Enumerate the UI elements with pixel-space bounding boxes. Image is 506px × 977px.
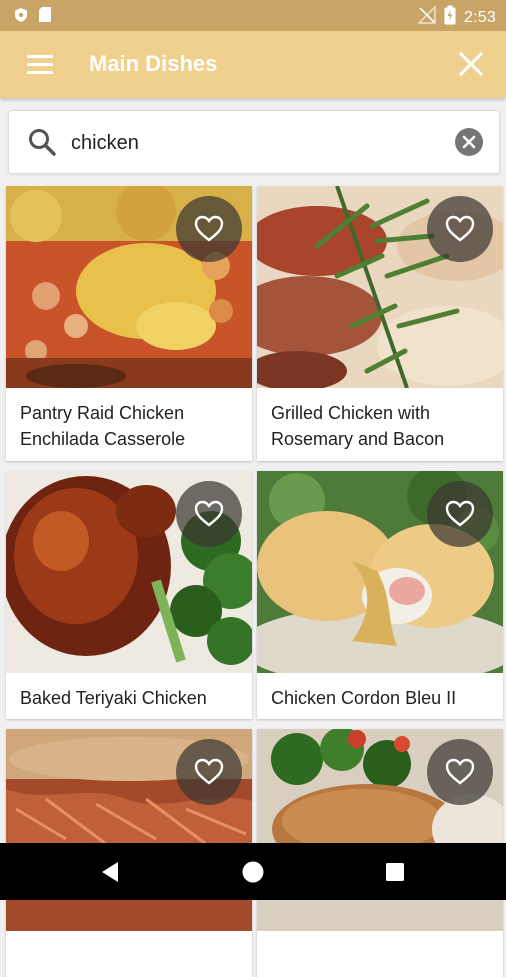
back-button[interactable] — [96, 857, 126, 887]
heart-icon — [194, 500, 224, 527]
menu-button[interactable] — [24, 50, 56, 80]
page-title: Main Dishes — [89, 51, 218, 76]
home-button[interactable] — [238, 857, 268, 887]
sd-card-icon — [38, 6, 52, 28]
recents-square-icon — [386, 863, 404, 881]
close-button[interactable] — [456, 49, 486, 79]
status-bar: 2:53 — [0, 0, 506, 31]
recipe-title: Grilled Chicken with Rosemary and Bacon — [271, 403, 445, 449]
recipe-card[interactable]: Baked Teriyaki Chicken — [6, 471, 252, 719]
heart-icon — [445, 215, 475, 242]
search-input[interactable] — [69, 127, 433, 159]
recipe-title: Baked Teriyaki Chicken — [20, 688, 207, 708]
heart-icon — [445, 758, 475, 785]
favorite-button[interactable] — [427, 739, 493, 805]
recipe-title: Chicken Cordon Bleu II — [271, 688, 457, 708]
heart-icon — [445, 500, 475, 527]
app-bar: Main Dishes — [0, 31, 506, 98]
clear-icon — [462, 135, 476, 149]
heart-icon — [194, 758, 224, 785]
status-time: 2:53 — [464, 8, 496, 26]
favorite-button[interactable] — [176, 196, 242, 262]
recipe-card[interactable]: Chicken Cordon Bleu II — [257, 471, 503, 719]
favorite-button[interactable] — [176, 739, 242, 805]
recents-button[interactable] — [380, 857, 410, 887]
recipe-title: Pantry Raid Chicken Enchilada Casserole — [20, 403, 186, 449]
shield-notification-icon — [14, 7, 28, 28]
clear-search-button[interactable] — [455, 128, 483, 156]
no-signal-icon — [417, 5, 436, 29]
favorite-button[interactable] — [427, 481, 493, 547]
search-icon — [29, 129, 56, 156]
heart-icon — [194, 215, 224, 242]
home-circle-icon — [242, 861, 264, 883]
search-box — [8, 110, 500, 174]
recipe-card[interactable]: Pantry Raid Chicken Enchilada Casserole — [6, 186, 252, 461]
back-triangle-icon — [102, 862, 118, 882]
favorite-button[interactable] — [176, 481, 242, 547]
favorite-button[interactable] — [427, 196, 493, 262]
battery-icon — [444, 5, 456, 30]
recipe-card[interactable]: Grilled Chicken with Rosemary and Bacon — [257, 186, 503, 461]
close-icon — [458, 51, 484, 77]
system-navigation-bar — [0, 843, 506, 900]
